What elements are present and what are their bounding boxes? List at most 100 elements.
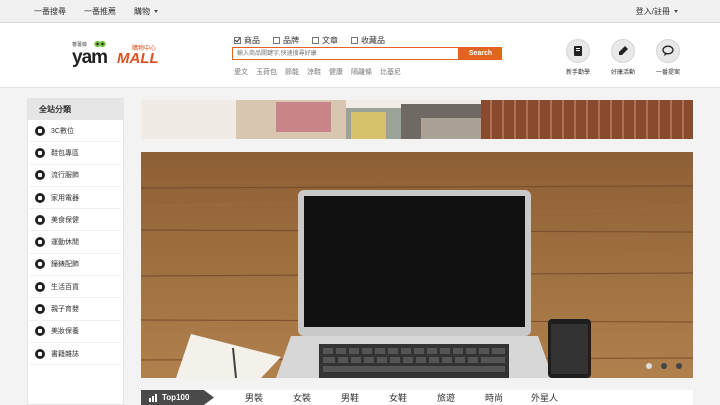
chat-bubble-icon [656,39,680,63]
checkbox-checked-icon [234,37,241,44]
filter-label: 商品 [244,36,260,45]
hero-image [141,152,693,378]
sidebar-item-sports[interactable]: 運動休閒 [30,231,121,254]
sidebar-item-label: 生活百貨 [51,283,79,291]
filter-label: 品牌 [283,36,299,45]
hot-keyword[interactable]: 健康 [329,67,343,77]
bicycle-icon [35,237,45,248]
pen-icon [611,39,635,63]
quicklink-label: 好康活動 [610,70,635,76]
sidebar-item-books[interactable]: 書籍雜誌 [30,343,121,366]
sidebar-item-living[interactable]: 生活百貨 [30,276,121,299]
checkbox-icon [351,37,358,44]
search-button[interactable]: Search [459,47,502,60]
sidebar-item-label: 3C數位 [51,127,74,135]
top-navigation-bar: 一番搜尋 一番推薦 購物 登入/註冊 [0,0,720,23]
hot-keyword[interactable]: 涼鞋 [307,67,321,77]
sidebar-title: 全站分類 [28,99,123,120]
tab-alienware[interactable]: 外星人 [531,390,558,405]
sidebar-item-label: 親子育嬰 [51,306,79,314]
filter-label: 文章 [322,36,338,45]
filter-article[interactable]: 文章 [312,35,338,46]
appliance-icon [35,192,45,203]
site-header: 蕃薯藤 yam 購物中心 MALL 商品 品牌 文章 收藏品 Search 愛文… [0,23,720,88]
promo-strip-image [141,100,693,139]
hot-keyword[interactable]: 隔離條 [351,67,372,77]
top100-badge: Top100 [141,390,214,405]
hero-carousel[interactable] [141,152,693,378]
yam-mall-logo[interactable]: 蕃薯藤 yam 購物中心 MALL [70,40,165,73]
sidebar-item-watches[interactable]: 鐘錶配飾 [30,254,121,277]
sidebar-item-fashion[interactable]: 流行服飾 [30,165,121,187]
tab-travel[interactable]: 旅遊 [437,390,455,405]
top-nav-shopping-label: 購物 [134,7,150,16]
login-label: 登入/註冊 [635,7,670,16]
sidebar-item-beauty[interactable]: 美妝保養 [30,321,121,343]
filter-label: 收藏品 [361,36,385,45]
sidebar-item-label: 流行服飾 [51,172,79,180]
chevron-down-icon [674,10,678,13]
filter-product[interactable]: 商品 [234,35,260,46]
quicklink-label: 一番提案 [655,70,680,76]
tab-womens-shoes[interactable]: 女鞋 [389,390,407,405]
heart-icon [35,326,45,337]
sidebar-item-3c[interactable]: 3C數位 [30,120,121,143]
quicklink-proposals[interactable]: 一番提案 [648,39,688,76]
carousel-dot[interactable] [661,363,667,369]
login-register-menu[interactable]: 登入/註冊 [636,0,678,23]
top-nav-search[interactable]: 一番搜尋 [34,6,66,17]
sidebar-item-baby[interactable]: 親子育嬰 [30,298,121,321]
shirt-icon [35,170,45,181]
quicklink-label: 新手勸學 [565,70,590,76]
filter-brand[interactable]: 品牌 [273,35,299,46]
search-input[interactable] [232,47,459,60]
hot-keywords: 愛文 玉荷包 節能 涼鞋 健康 隔離條 比基尼 [234,67,409,77]
top-nav-recommend[interactable]: 一番推薦 [84,6,116,17]
shoe-icon [35,147,45,158]
food-icon [35,214,45,225]
search-bar: Search [232,47,502,60]
hot-keyword[interactable]: 玉荷包 [256,67,277,77]
carousel-dot[interactable] [676,363,682,369]
hot-keyword[interactable]: 愛文 [234,67,248,77]
book-icon [35,348,45,359]
tab-womenswear[interactable]: 女裝 [293,390,311,405]
sidebar-item-label: 鞋包專區 [51,149,79,157]
logo-mall: MALL [117,50,159,67]
sidebar-item-label: 書籍雜誌 [51,350,79,358]
sidebar-item-food-health[interactable]: 美食保健 [30,209,121,232]
sidebar-item-label: 美食保健 [51,216,79,224]
top-nav-shopping[interactable]: 購物 [134,6,158,17]
search-type-filters: 商品 品牌 文章 收藏品 [234,35,398,46]
top100-tabs: Top100 男裝 女裝 男鞋 女鞋 旅遊 時尚 外星人 [141,390,693,405]
search-icon [35,281,45,292]
top-nav-menu: 一番搜尋 一番推薦 購物 [34,0,176,23]
tab-mens-shoes[interactable]: 男鞋 [341,390,359,405]
hot-keyword[interactable]: 比基尼 [380,67,401,77]
sidebar-item-label: 鐘錶配飾 [51,261,79,269]
sidebar-item-shoes-bags[interactable]: 鞋包專區 [30,142,121,165]
checkbox-icon [312,37,319,44]
hot-keyword[interactable]: 節能 [285,67,299,77]
quicklink-promotions[interactable]: 好康活動 [603,39,643,76]
baby-icon [35,304,45,315]
top100-label: Top100 [162,393,190,402]
carousel-dot[interactable] [646,363,652,369]
sidebar-item-appliances[interactable]: 家用電器 [30,187,121,210]
checkbox-icon [273,37,280,44]
watch-icon [35,259,45,270]
sidebar-item-label: 家用電器 [51,194,79,202]
phone-icon [35,125,45,136]
book-icon [566,39,590,63]
tab-menswear[interactable]: 男裝 [245,390,263,405]
category-sidebar: 全站分類 3C數位 鞋包專區 流行服飾 家用電器 美食保健 運動休閒 鐘錶配飾 … [27,98,124,405]
bar-chart-icon [149,393,157,402]
logo-yam: yam [72,47,108,68]
quicklink-newbie-guide[interactable]: 新手勸學 [558,39,598,76]
sidebar-item-label: 美妝保養 [51,328,79,336]
sidebar-item-label: 運動休閒 [51,239,79,247]
filter-collection[interactable]: 收藏品 [351,35,385,46]
carousel-indicators [637,363,682,369]
tab-fashion[interactable]: 時尚 [485,390,503,405]
promo-strip-banner[interactable] [141,100,693,139]
